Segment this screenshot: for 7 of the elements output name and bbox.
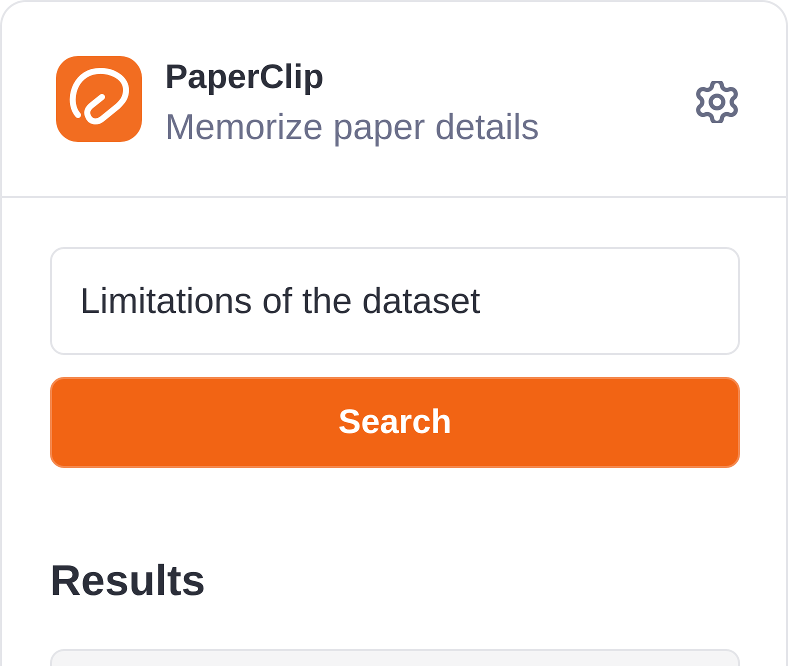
results-heading: Results — [50, 556, 206, 607]
paperclip-icon — [56, 56, 142, 142]
app-title: PaperClip — [165, 57, 325, 97]
settings-button[interactable] — [696, 81, 738, 123]
settings-icon — [696, 81, 738, 123]
app-subtitle: Memorize paper details — [165, 105, 540, 149]
search-field[interactable]: Limitations of the dataset — [50, 247, 740, 355]
